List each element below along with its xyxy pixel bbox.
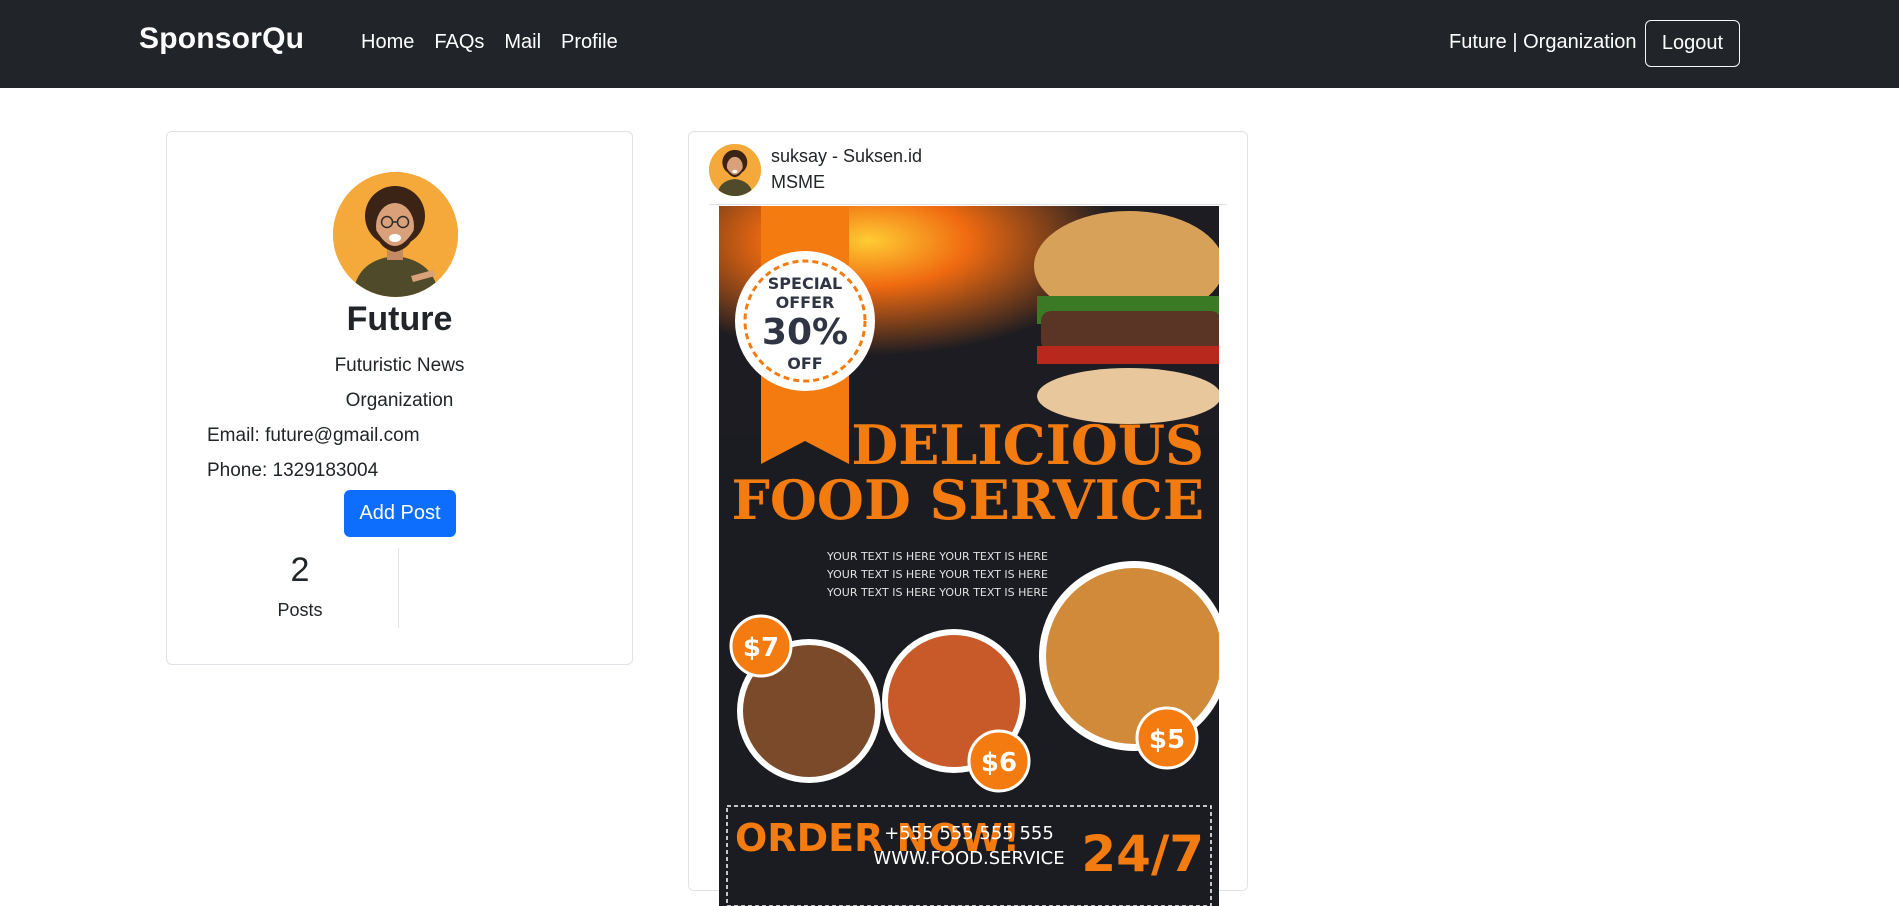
flyer-website: WWW.FOOD.SERVICE xyxy=(873,848,1064,869)
post-image-flyer[interactable]: SPECIAL OFFER 30% OFF DELICIOUS FOOD SER… xyxy=(719,206,1219,906)
profile-description-line2: Organization xyxy=(345,390,454,411)
food-flyer-graphic: SPECIAL OFFER 30% OFF DELICIOUS FOOD SER… xyxy=(719,206,1219,906)
flyer-price-1: $7 xyxy=(743,633,779,663)
brand-logo[interactable]: SponsorQu xyxy=(139,22,304,56)
nav-link-profile[interactable]: Profile xyxy=(561,31,618,54)
flyer-headline-2: FOOD SERVICE xyxy=(732,468,1204,532)
current-user-label: Future | Organization xyxy=(1449,31,1637,53)
flyer-hours: 24/7 xyxy=(1081,825,1204,883)
profile-description-line1: Futuristic News xyxy=(334,355,465,376)
posts-count: 2 xyxy=(290,551,310,589)
flyer-badge-offer: OFFER xyxy=(776,293,835,312)
flyer-price-2: $6 xyxy=(981,748,1017,778)
post-divider xyxy=(709,204,1227,205)
profile-avatar xyxy=(333,172,458,297)
flyer-badge-special: SPECIAL xyxy=(768,274,842,293)
flyer-price-3: $5 xyxy=(1149,725,1185,755)
flyer-badge-percent: 30% xyxy=(762,312,848,353)
profile-phone: Phone: 1329183004 xyxy=(207,460,379,481)
person-avatar-icon xyxy=(709,144,761,196)
nav-link-mail[interactable]: Mail xyxy=(504,31,541,54)
post-author[interactable]: suksay - Suksen.id xyxy=(771,146,922,167)
flyer-placeholder-3: YOUR TEXT IS HERE YOUR TEXT IS HERE xyxy=(826,586,1048,599)
nav-link-home[interactable]: Home xyxy=(361,31,414,54)
flyer-placeholder-1: YOUR TEXT IS HERE YOUR TEXT IS HERE xyxy=(826,550,1048,563)
flyer-placeholder-2: YOUR TEXT IS HERE YOUR TEXT IS HERE xyxy=(826,568,1048,581)
posts-stat: 2 Posts xyxy=(207,550,393,628)
logout-button[interactable]: Logout xyxy=(1645,20,1740,67)
post-category: MSME xyxy=(771,172,825,192)
nav-links: Home FAQs Mail Profile xyxy=(361,31,618,54)
person-avatar-icon xyxy=(333,172,458,297)
post-card: suksay - Suksen.id MSME SPECIAL OFFER 30… xyxy=(688,131,1248,906)
stat-divider xyxy=(398,548,399,628)
profile-email: Email: future@gmail.com xyxy=(207,425,420,446)
profile-card: Future Futuristic News Organization Emai… xyxy=(166,131,633,665)
flyer-badge-off: OFF xyxy=(787,354,822,373)
nav-link-faqs[interactable]: FAQs xyxy=(434,31,484,54)
navbar: SponsorQu Home FAQs Mail Profile Future … xyxy=(0,0,1899,88)
flyer-phone: +555 555 555 555 xyxy=(884,823,1054,844)
posts-label: Posts xyxy=(277,600,323,620)
post-author-avatar[interactable] xyxy=(709,144,761,196)
add-post-button[interactable]: Add Post xyxy=(344,490,456,537)
profile-name: Future xyxy=(346,300,453,338)
